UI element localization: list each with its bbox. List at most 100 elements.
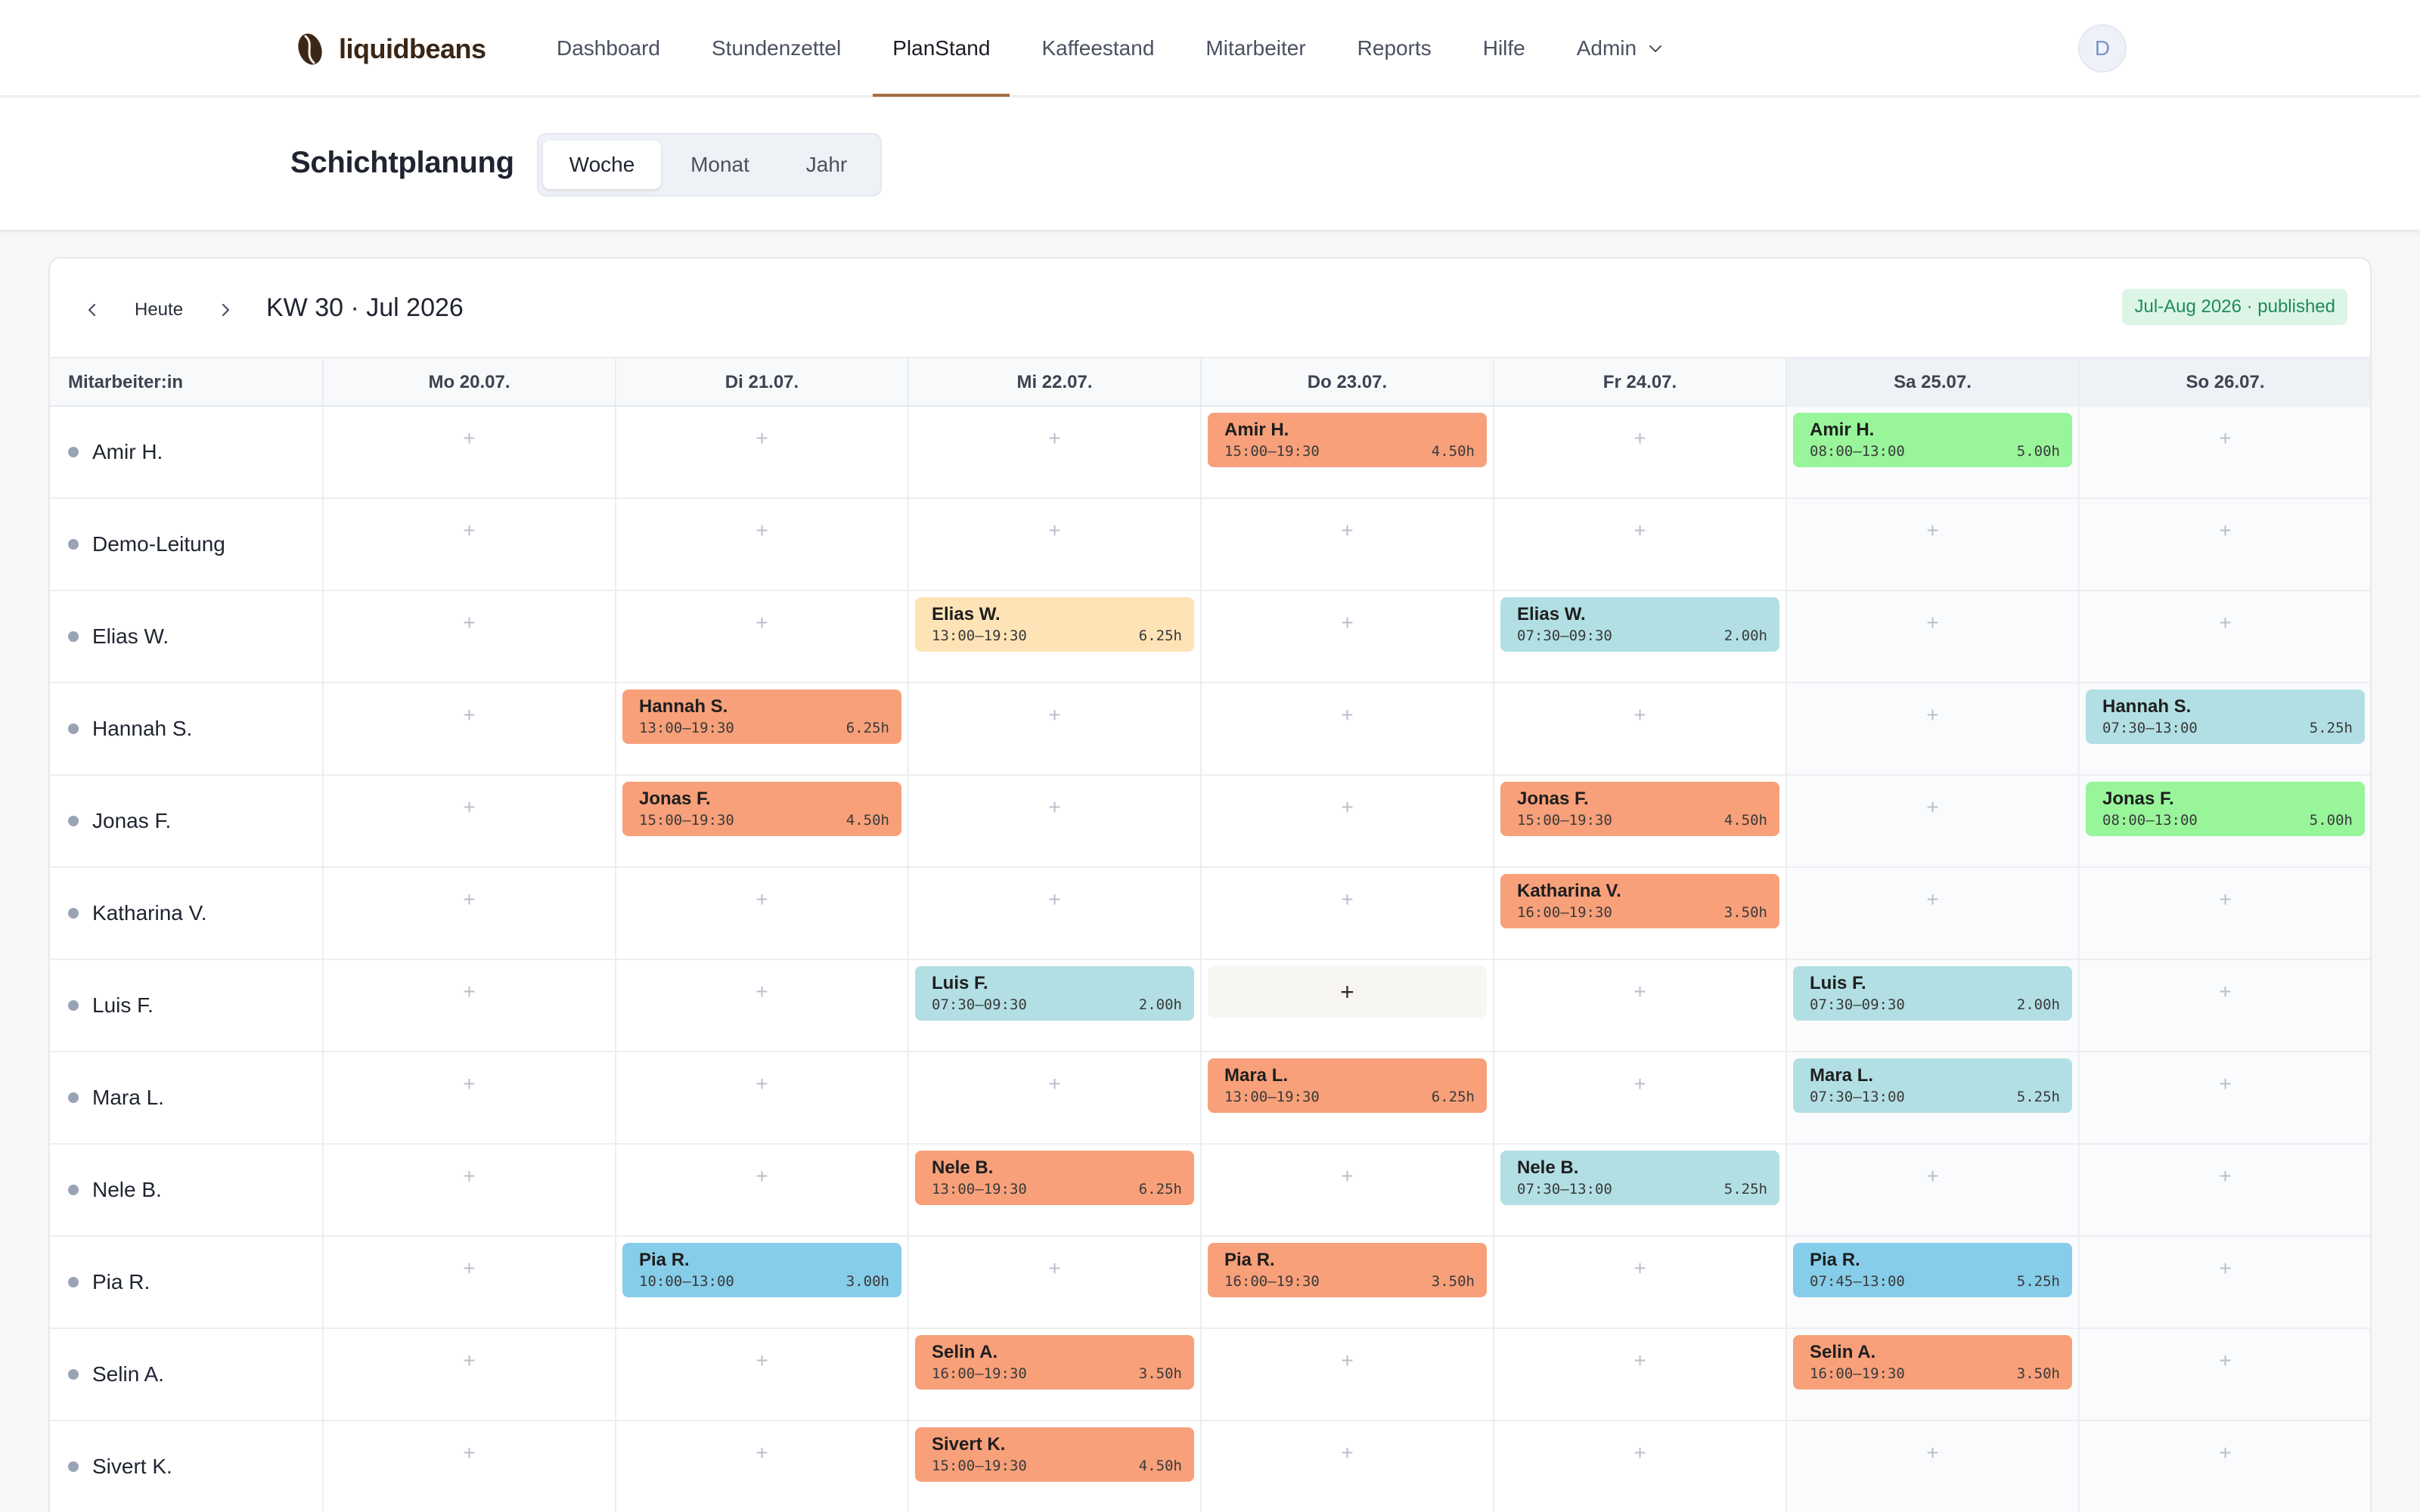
add-shift-button[interactable]: + [2080, 516, 2370, 546]
add-shift-button[interactable]: + [616, 977, 908, 1007]
shift-block[interactable]: Elias W. 07:30–09:30 2.00h [1500, 597, 1779, 652]
add-shift-button[interactable]: + [1494, 423, 1786, 454]
nav-item-dashboard[interactable]: Dashboard [531, 0, 686, 97]
add-shift-button[interactable]: + [1202, 700, 1493, 730]
shift-block[interactable]: Amir H. 15:00–19:30 4.50h [1208, 413, 1487, 467]
add-shift-button[interactable]: + [909, 1069, 1200, 1099]
nav-item-planstand[interactable]: PlanStand [867, 0, 1016, 97]
shift-block[interactable]: Nele B. 07:30–13:00 5.25h [1500, 1151, 1779, 1205]
shift-block[interactable]: Nele B. 13:00–19:30 6.25h [915, 1151, 1194, 1205]
add-shift-button[interactable]: + [324, 1253, 615, 1284]
add-shift-button[interactable]: + [324, 1069, 615, 1099]
add-shift-button[interactable]: + [324, 792, 615, 823]
add-shift-button[interactable]: + [324, 1346, 615, 1376]
add-shift-button[interactable]: + [1494, 1438, 1786, 1468]
shift-block[interactable]: Amir H. 08:00–13:00 5.00h [1793, 413, 2072, 467]
shift-block[interactable]: Mara L. 07:30–13:00 5.25h [1793, 1058, 2072, 1113]
shift-block[interactable]: Selin A. 16:00–19:30 3.50h [915, 1335, 1194, 1390]
shift-block[interactable]: Pia R. 07:45–13:00 5.25h [1793, 1243, 2072, 1297]
shift-block[interactable]: Jonas F. 15:00–19:30 4.50h [622, 782, 901, 836]
user-avatar[interactable]: D [2078, 24, 2127, 73]
add-shift-button[interactable]: + [2080, 1253, 2370, 1284]
add-shift-button[interactable]: + [1208, 966, 1487, 1018]
add-shift-button[interactable]: + [616, 1438, 908, 1468]
add-shift-button[interactable]: + [2080, 608, 2370, 638]
shift-block[interactable]: Katharina V. 16:00–19:30 3.50h [1500, 874, 1779, 928]
shift-block[interactable]: Selin A. 16:00–19:30 3.50h [1793, 1335, 2072, 1390]
shift-block[interactable]: Elias W. 13:00–19:30 6.25h [915, 597, 1194, 652]
add-shift-button[interactable]: + [616, 885, 908, 915]
add-shift-button[interactable]: + [909, 516, 1200, 546]
nav-item-hilfe[interactable]: Hilfe [1457, 0, 1551, 97]
nav-item-kaffeestand[interactable]: Kaffeestand [1016, 0, 1180, 97]
add-shift-button[interactable]: + [1202, 1438, 1493, 1468]
add-shift-button[interactable]: + [1494, 977, 1786, 1007]
add-shift-button[interactable]: + [1202, 1161, 1493, 1191]
add-shift-button[interactable]: + [1202, 885, 1493, 915]
add-shift-button[interactable]: + [616, 1346, 908, 1376]
add-shift-button[interactable]: + [1787, 700, 2078, 730]
shift-block[interactable]: Jonas F. 15:00–19:30 4.50h [1500, 782, 1779, 836]
add-shift-button[interactable]: + [1494, 1069, 1786, 1099]
add-shift-button[interactable]: + [1202, 516, 1493, 546]
add-shift-button[interactable]: + [2080, 977, 2370, 1007]
add-shift-button[interactable]: + [909, 423, 1200, 454]
shift-block[interactable]: Pia R. 10:00–13:00 3.00h [622, 1243, 901, 1297]
add-shift-button[interactable]: + [324, 516, 615, 546]
nav-item-admin[interactable]: Admin [1551, 0, 1689, 97]
add-shift-button[interactable]: + [1202, 792, 1493, 823]
view-tab-year[interactable]: Jahr [779, 141, 874, 189]
add-shift-button[interactable]: + [2080, 1069, 2370, 1099]
add-shift-button[interactable]: + [2080, 1161, 2370, 1191]
add-shift-button[interactable]: + [1787, 885, 2078, 915]
add-shift-button[interactable]: + [1494, 516, 1786, 546]
add-shift-button[interactable]: + [616, 516, 908, 546]
add-shift-button[interactable]: + [2080, 423, 2370, 454]
add-shift-button[interactable]: + [909, 885, 1200, 915]
add-shift-button[interactable]: + [1494, 1346, 1786, 1376]
add-shift-button[interactable]: + [616, 608, 908, 638]
add-shift-button[interactable]: + [2080, 885, 2370, 915]
add-shift-button[interactable]: + [324, 423, 615, 454]
add-shift-button[interactable]: + [616, 1161, 908, 1191]
shift-block[interactable]: Hannah S. 13:00–19:30 6.25h [622, 689, 901, 744]
shift-block[interactable]: Pia R. 16:00–19:30 3.50h [1208, 1243, 1487, 1297]
nav-item-mitarbeiter[interactable]: Mitarbeiter [1180, 0, 1331, 97]
add-shift-button[interactable]: + [1787, 1438, 2078, 1468]
add-shift-button[interactable]: + [909, 792, 1200, 823]
next-week-button[interactable] [210, 295, 240, 325]
view-tab-month[interactable]: Monat [661, 141, 779, 189]
add-shift-button[interactable]: + [2080, 1438, 2370, 1468]
shift-block[interactable]: Luis F. 07:30–09:30 2.00h [915, 966, 1194, 1021]
view-tab-week[interactable]: Woche [543, 141, 661, 189]
add-shift-button[interactable]: + [324, 608, 615, 638]
add-shift-button[interactable]: + [909, 1253, 1200, 1284]
add-shift-button[interactable]: + [324, 1161, 615, 1191]
previous-week-button[interactable] [77, 295, 107, 325]
brand-logo[interactable]: liquidbeans [295, 30, 486, 68]
shift-block[interactable]: Jonas F. 08:00–13:00 5.00h [2086, 782, 2365, 836]
add-shift-button[interactable]: + [1494, 1253, 1786, 1284]
nav-item-reports[interactable]: Reports [1332, 0, 1457, 97]
today-button[interactable]: Heute [129, 292, 189, 328]
add-shift-button[interactable]: + [1787, 1161, 2078, 1191]
shift-block[interactable]: Mara L. 13:00–19:30 6.25h [1208, 1058, 1487, 1113]
add-shift-button[interactable]: + [616, 1069, 908, 1099]
nav-item-stundenzettel[interactable]: Stundenzettel [686, 0, 867, 97]
shift-block[interactable]: Sivert K. 15:00–19:30 4.50h [915, 1427, 1194, 1482]
add-shift-button[interactable]: + [324, 977, 615, 1007]
add-shift-button[interactable]: + [1787, 516, 2078, 546]
add-shift-button[interactable]: + [324, 885, 615, 915]
add-shift-button[interactable]: + [2080, 1346, 2370, 1376]
add-shift-button[interactable]: + [1787, 608, 2078, 638]
add-shift-button[interactable]: + [324, 1438, 615, 1468]
add-shift-button[interactable]: + [1494, 700, 1786, 730]
add-shift-button[interactable]: + [324, 700, 615, 730]
add-shift-button[interactable]: + [1202, 608, 1493, 638]
shift-block[interactable]: Luis F. 07:30–09:30 2.00h [1793, 966, 2072, 1021]
shift-block[interactable]: Hannah S. 07:30–13:00 5.25h [2086, 689, 2365, 744]
add-shift-button[interactable]: + [616, 423, 908, 454]
add-shift-button[interactable]: + [1202, 1346, 1493, 1376]
add-shift-button[interactable]: + [909, 700, 1200, 730]
add-shift-button[interactable]: + [1787, 792, 2078, 823]
